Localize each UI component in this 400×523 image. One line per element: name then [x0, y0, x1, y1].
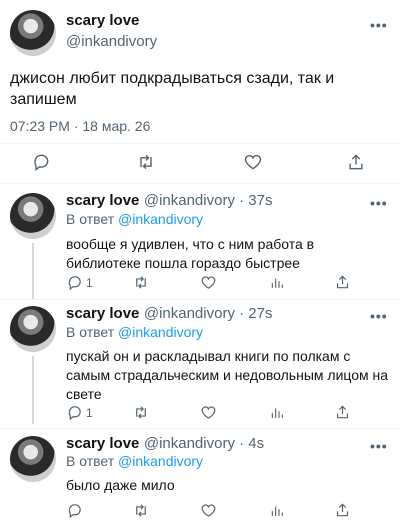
author-handle[interactable]: @inkandivory	[66, 33, 157, 50]
reply-prefix: В ответ	[66, 453, 115, 469]
tweet-text-line: было даже мило	[66, 477, 175, 493]
reply-icon[interactable]	[66, 274, 83, 291]
reply-count: 1	[86, 406, 93, 420]
divider	[0, 299, 400, 300]
reply-mention-link[interactable]: @inkandivory	[118, 453, 203, 469]
reply-actions	[66, 500, 386, 520]
reply-mention-link[interactable]: @inkandivory	[118, 211, 203, 227]
tweet-text-line: библиотеке пошла гораздо быстрее	[66, 255, 300, 271]
views-icon[interactable]	[269, 502, 285, 519]
author-name[interactable]: scary love	[66, 305, 139, 322]
retweet-icon[interactable]	[132, 502, 150, 519]
tweet-timestamp[interactable]: 07:23 PM · 18 мар. 26	[10, 118, 150, 134]
avatar[interactable]	[10, 436, 56, 482]
reply-actions: 1	[66, 402, 386, 422]
tweet-text-line: пускай он и раскладывал книги по полкам …	[66, 348, 351, 364]
reply-icon[interactable]	[66, 502, 83, 519]
like-icon[interactable]	[200, 502, 217, 519]
tweet-text-line: запишем	[10, 91, 77, 108]
author-name[interactable]: scary love	[66, 12, 139, 29]
more-options-button[interactable]: •••	[370, 308, 388, 324]
author-name[interactable]: scary love	[66, 435, 139, 452]
author-handle[interactable]: @inkandivory · 27s	[144, 305, 273, 322]
reply-prefix: В ответ	[66, 211, 115, 227]
like-icon[interactable]	[200, 274, 217, 291]
more-options-button[interactable]: •••	[370, 438, 388, 454]
author-name[interactable]: scary love	[66, 192, 139, 209]
reply-count: 1	[86, 276, 93, 290]
tweet-text-line: джисон любит подкрадываться сзади, так и	[10, 70, 335, 87]
retweet-icon[interactable]	[135, 152, 157, 172]
divider	[0, 143, 400, 144]
author-handle[interactable]: @inkandivory · 4s	[144, 435, 264, 452]
like-icon[interactable]	[243, 152, 263, 172]
like-icon[interactable]	[200, 404, 217, 421]
reply-icon[interactable]	[66, 404, 83, 421]
divider	[0, 428, 400, 429]
avatar[interactable]	[10, 193, 56, 239]
thread-line	[32, 356, 34, 424]
author-handle[interactable]: @inkandivory · 37s	[144, 192, 273, 209]
avatar[interactable]	[10, 10, 56, 56]
main-actions	[0, 148, 400, 178]
thread-line	[32, 243, 34, 299]
reply-prefix: В ответ	[66, 324, 115, 340]
reply-icon[interactable]	[31, 152, 51, 172]
share-icon[interactable]	[346, 151, 366, 173]
reply-mention-link[interactable]: @inkandivory	[118, 324, 203, 340]
retweet-icon[interactable]	[132, 404, 150, 421]
divider	[0, 183, 400, 184]
share-icon[interactable]	[334, 403, 351, 421]
more-options-button[interactable]: •••	[370, 17, 388, 33]
views-icon[interactable]	[269, 404, 285, 421]
avatar[interactable]	[10, 306, 56, 352]
retweet-icon[interactable]	[132, 274, 150, 291]
reply-actions: 1	[66, 272, 386, 292]
share-icon[interactable]	[334, 273, 351, 291]
more-options-button[interactable]: •••	[370, 195, 388, 211]
share-icon[interactable]	[334, 501, 351, 519]
tweet-text-line: вообще я удивлен, что с ним работа в	[66, 236, 315, 252]
tweet-text-line: самым страдальческим и недовольным лицом…	[66, 367, 389, 383]
views-icon[interactable]	[269, 274, 285, 291]
tweet-text-line: свете	[66, 386, 102, 402]
